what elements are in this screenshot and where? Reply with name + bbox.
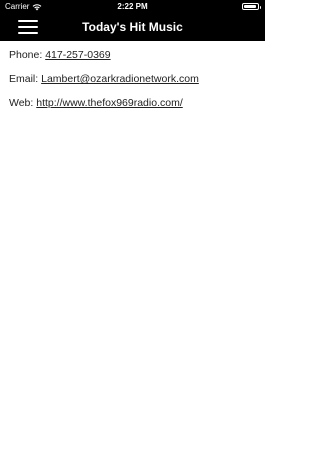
phone-row: Phone: 417-257-0369 xyxy=(9,48,257,72)
email-label: Email: xyxy=(9,73,39,85)
phone-label: Phone: xyxy=(9,49,43,61)
page-title: Today's Hit Music xyxy=(82,20,183,34)
contact-info: Phone: 417-257-0369 Email: Lambert@ozark… xyxy=(9,48,257,120)
battery-icon xyxy=(242,3,261,10)
email-link[interactable]: Lambert@ozarkradionetwork.com xyxy=(41,73,199,85)
phone-link[interactable]: 417-257-0369 xyxy=(45,49,110,61)
web-label: Web: xyxy=(9,97,34,109)
status-time: 2:22 PM xyxy=(117,2,148,11)
battery-level xyxy=(244,5,256,8)
web-row: Web: http://www.thefox969radio.com/ xyxy=(9,96,257,120)
email-row: Email: Lambert@ozarkradionetwork.com xyxy=(9,72,257,96)
navigation-bar: Today's Hit Music xyxy=(0,13,265,41)
web-link[interactable]: http://www.thefox969radio.com/ xyxy=(36,97,183,109)
status-bar: Carrier 2:22 PM xyxy=(0,0,265,13)
top-bar: Carrier 2:22 PM Today's Hit Music xyxy=(0,0,265,41)
